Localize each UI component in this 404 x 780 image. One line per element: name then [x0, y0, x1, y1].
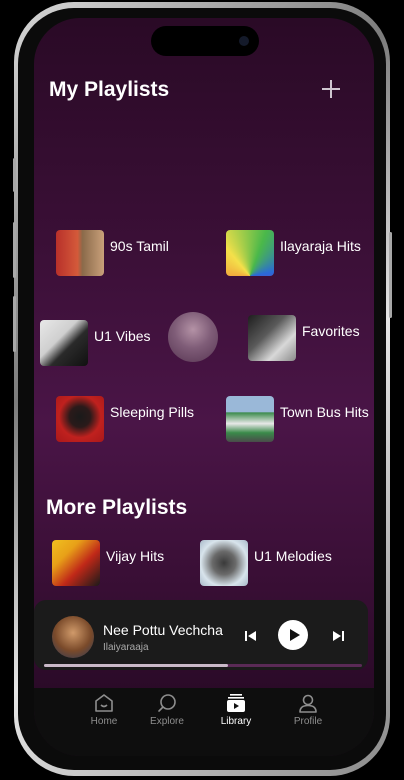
nav-label: Home	[90, 716, 118, 727]
now-playing-title: Nee Pottu Vechcha	[103, 622, 223, 638]
playlist-thumbnail	[52, 540, 100, 586]
volume-down-button	[13, 222, 16, 278]
home-icon	[95, 694, 113, 712]
playlist-label: Favorites	[302, 323, 360, 339]
playlist-item[interactable]: Ilayaraja Hits	[226, 230, 361, 276]
plus-icon[interactable]	[320, 78, 342, 100]
bottom-nav: Home Explore Library Profile	[34, 688, 374, 756]
playlist-label: U1 Vibes	[94, 328, 151, 344]
playlist-item[interactable]: Vijay Hits	[52, 540, 164, 586]
now-playing-bar[interactable]: Nee Pottu Vechcha Ilaiyaraaja	[34, 600, 368, 670]
playlist-thumbnail	[248, 315, 296, 361]
previous-icon[interactable]	[244, 629, 258, 643]
playlist-item[interactable]: Sleeping Pills	[56, 396, 194, 442]
playlist-item[interactable]: U1 Melodies	[200, 540, 332, 586]
playlist-label: Vijay Hits	[106, 548, 165, 564]
playlist-label: 90s Tamil	[110, 238, 169, 254]
nav-label: Profile	[293, 716, 323, 727]
nav-explore[interactable]: Explore	[137, 688, 197, 748]
playlist-item[interactable]: Town Bus Hits	[226, 396, 369, 442]
playlist-thumbnail	[40, 320, 88, 366]
camera-icon	[239, 36, 249, 46]
playlist-thumbnail	[200, 540, 248, 586]
playlist-label: U1 Melodies	[254, 548, 332, 564]
next-icon[interactable]	[331, 629, 345, 643]
now-playing-artist: Ilaiyaraaja	[103, 642, 149, 653]
profile-icon	[299, 694, 317, 713]
avatar	[168, 312, 218, 362]
playlist-thumbnail	[56, 230, 104, 276]
section-title: More Playlists	[46, 496, 188, 519]
playlist-thumbnail	[226, 396, 274, 442]
app-screen: My Playlists 90s Tamil Ilayaraja Hits U1…	[34, 18, 374, 756]
progress-fill	[44, 664, 229, 667]
playlist-label: Ilayaraja Hits	[280, 238, 361, 254]
playlist-item[interactable]: U1 Vibes	[40, 320, 151, 366]
nav-library[interactable]: Library	[206, 688, 266, 748]
playlist-thumbnail	[226, 230, 274, 276]
playlist-label: Town Bus Hits	[280, 404, 369, 420]
library-icon	[227, 694, 245, 712]
nav-profile[interactable]: Profile	[278, 688, 338, 748]
volume-up-button	[13, 158, 16, 192]
play-icon[interactable]	[277, 619, 309, 651]
power-button	[389, 232, 392, 318]
page-title: My Playlists	[49, 78, 170, 101]
playlist-item[interactable]: Favorites	[248, 315, 360, 361]
action-button	[13, 296, 16, 352]
nav-home[interactable]: Home	[74, 688, 134, 748]
now-playing-artwork	[52, 616, 94, 658]
nav-label: Library	[220, 716, 252, 727]
playlist-thumbnail	[56, 396, 104, 442]
playlist-item[interactable]: 90s Tamil	[56, 230, 169, 276]
nav-label: Explore	[150, 716, 184, 727]
playlist-label: Sleeping Pills	[110, 404, 195, 420]
dynamic-island	[151, 26, 259, 56]
progress-bar[interactable]	[44, 664, 362, 667]
search-icon	[158, 694, 176, 712]
